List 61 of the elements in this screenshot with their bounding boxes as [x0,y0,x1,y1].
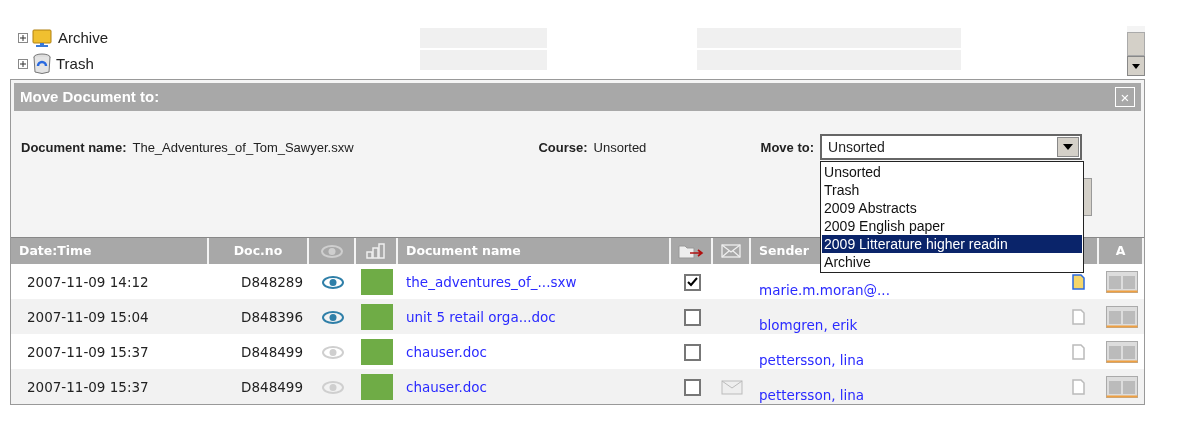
eye-icon [321,380,344,394]
dropdown-option[interactable]: Trash [822,181,1083,199]
trash-icon [32,53,52,75]
envelope-icon [721,379,743,395]
table-cell-text: 2007-11-09 15:37 [27,378,149,397]
caret-icon [1063,144,1074,150]
dropdown-option[interactable]: 2009 Abstracts [822,199,1083,217]
layout-icon[interactable] [1105,341,1138,364]
document-icon[interactable] [1072,274,1086,291]
move-to-select[interactable]: Unsorted [820,134,1083,160]
bar-chart-icon [366,243,386,259]
document-link[interactable]: chauser.doc [406,377,487,398]
status-square [361,374,393,401]
dialog-title: Move Document to: [20,86,160,107]
sender-link[interactable]: pettersson, lina [759,350,865,371]
expand-toggle[interactable] [18,59,28,69]
eye-icon [321,345,344,359]
status-square [361,304,393,331]
course-value: Unsorted [593,139,648,157]
plus-icon [20,35,26,41]
caret-icon [1132,63,1140,69]
document-name: The_Adventures_of_Tom_Sawyer.sxw [132,139,355,157]
checkbox[interactable] [683,273,701,291]
table-cell-text: 2007-11-09 15:04 [27,308,149,327]
status-square [361,339,393,366]
field-label: Course: [538,139,588,157]
tree-item-label[interactable]: Archive [58,26,109,50]
checkbox[interactable] [683,343,701,361]
layout-icon[interactable] [1105,271,1138,294]
sender-link[interactable]: marie.m.moran@... [759,280,890,301]
field-label: Move to: [760,139,815,157]
checkbox[interactable] [683,378,701,396]
eye-icon [321,275,344,289]
dropdown-option[interactable]: 2009 English paper [822,217,1083,235]
dropdown-option[interactable]: 2009 Litterature higher readin [822,235,1083,253]
eye-icon [320,244,343,258]
sender-link[interactable]: blomgren, erik [759,315,858,336]
document-link[interactable]: unit 5 retail orga...doc [406,307,556,328]
scroll-down-button[interactable] [1127,56,1145,76]
status-square [361,269,393,296]
document-link[interactable]: chauser.doc [406,342,487,363]
envelope-icon [721,244,741,258]
table-cell-text: D848499 [241,378,303,397]
check-icon [686,277,698,288]
plus-icon [20,61,26,67]
folder-arrow-icon [678,242,704,260]
eye-icon [321,310,344,324]
expand-toggle[interactable] [18,33,28,43]
scrollbar[interactable] [1127,26,1145,76]
table-cell-text: D848499 [241,343,303,362]
table-cell-text: D848289 [241,273,303,292]
field-label: Document name: [21,139,127,157]
dropdown-option[interactable]: Archive [822,253,1083,271]
tree-item-label[interactable]: Trash [56,52,94,76]
dropdown-option[interactable]: Unsorted [822,163,1083,181]
table-cell-text: 2007-11-09 14:12 [27,273,149,292]
table-cell-text: D848396 [241,308,303,327]
document-link[interactable]: the_adventures_of_...sxw [406,272,577,293]
checkbox[interactable] [683,308,701,326]
sender-link[interactable]: pettersson, lina [759,385,865,406]
table-cell-text: 2007-11-09 15:37 [27,343,149,362]
